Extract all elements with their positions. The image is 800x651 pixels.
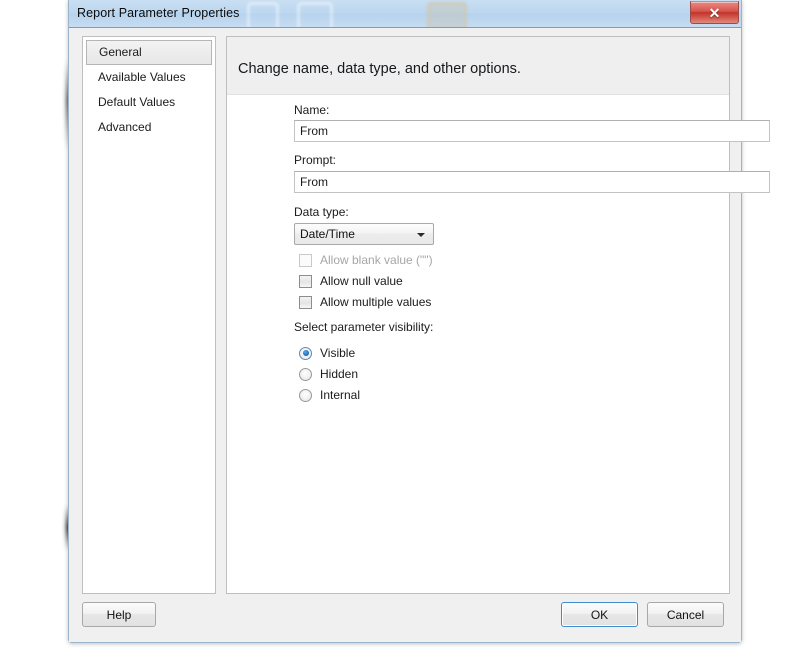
help-button[interactable]: Help: [82, 602, 156, 627]
sidebar-item-available-values[interactable]: Available Values: [86, 65, 212, 90]
checkbox-icon[interactable]: [299, 295, 312, 309]
chevron-down-icon: [417, 233, 425, 237]
visibility-option-internal-label: Internal: [320, 388, 361, 402]
dialog-body: General Available Values Default Values …: [69, 28, 770, 642]
category-list[interactable]: General Available Values Default Values …: [82, 36, 216, 594]
report-parameter-properties-dialog: Report Parameter Properties ✕ General Av…: [65, 0, 770, 648]
content-header: Change name, data type, and other option…: [227, 37, 729, 95]
data-type-dropdown[interactable]: Date/Time: [294, 223, 434, 245]
allow-null-value-checkbox-row[interactable]: Allow null value: [299, 271, 403, 291]
visibility-option-hidden-label: Hidden: [320, 367, 359, 381]
prompt-input[interactable]: [294, 171, 770, 193]
visibility-option-visible-label: Visible: [320, 346, 356, 360]
close-icon: ✕: [708, 4, 721, 21]
visibility-option-hidden[interactable]: Hidden: [299, 364, 358, 384]
glass-reflection: [427, 2, 467, 27]
allow-blank-value-checkbox-row: Allow blank value (""): [299, 250, 433, 270]
radio-icon[interactable]: [299, 367, 312, 381]
allow-multiple-values-label: Allow multiple values: [320, 295, 432, 309]
content-panel: Change name, data type, and other option…: [226, 36, 770, 594]
glass-reflection: [247, 2, 279, 27]
allow-blank-value-label: Allow blank value (""): [320, 253, 433, 267]
sidebar-item-general[interactable]: General: [86, 40, 212, 65]
sidebar-item-default-values[interactable]: Default Values: [86, 90, 212, 115]
prompt-label: Prompt:: [294, 153, 337, 167]
checkbox-icon: [299, 253, 312, 267]
allow-null-value-label: Allow null value: [320, 274, 403, 288]
checkbox-icon[interactable]: [299, 274, 312, 288]
page-title: Change name, data type, and other option…: [238, 61, 521, 77]
window-title: Report Parameter Properties: [77, 6, 240, 20]
data-type-label: Data type:: [294, 205, 349, 219]
window-title-bar: Report Parameter Properties ✕: [69, 0, 741, 28]
name-input[interactable]: [294, 120, 770, 142]
close-button[interactable]: ✕: [690, 1, 739, 24]
glass-reflection: [297, 2, 333, 27]
allow-multiple-values-checkbox-row[interactable]: Allow multiple values: [299, 292, 431, 312]
radio-icon[interactable]: [299, 388, 312, 402]
visibility-option-internal[interactable]: Internal: [299, 385, 360, 405]
cancel-button[interactable]: Cancel: [647, 602, 724, 627]
parameter-visibility-label: Select parameter visibility:: [294, 320, 434, 334]
data-type-selected-value: Date/Time: [300, 227, 355, 241]
name-label: Name:: [294, 103, 330, 117]
visibility-option-visible[interactable]: Visible: [299, 343, 355, 363]
radio-icon[interactable]: [299, 346, 312, 360]
sidebar-item-advanced[interactable]: Advanced: [86, 115, 212, 140]
ok-button[interactable]: OK: [561, 602, 638, 627]
